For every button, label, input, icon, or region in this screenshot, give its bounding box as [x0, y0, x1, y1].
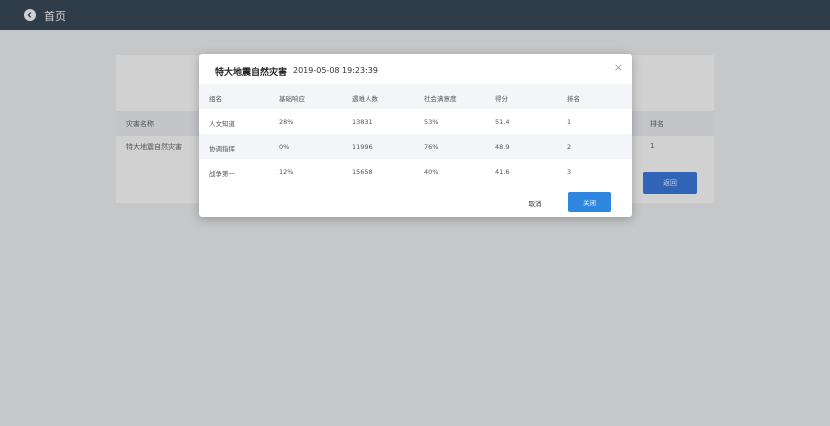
result-dialog: 特大地震自然灾害 2019-05-08 19:23:39 × 组名 基础响应 遇… [199, 54, 632, 217]
header-rank: 排名 [567, 95, 580, 103]
cell-response: 28% [279, 118, 294, 126]
cell-score: 51.4 [495, 118, 510, 126]
cell-rank: 1 [567, 118, 572, 126]
cell-satisfaction: 53% [424, 118, 439, 126]
cell-rank: 2 [567, 143, 572, 151]
cell-rank: 3 [567, 168, 572, 176]
cell-group: 人文知道 [209, 120, 235, 128]
cell-response: 12% [279, 168, 294, 176]
dialog-title: 特大地震自然灾害 [215, 68, 288, 78]
table-row: 战争第一 12% 15658 40% 41.6 3 [199, 159, 632, 184]
table-row: 人文知道 28% 13831 53% 51.4 1 [199, 109, 632, 134]
header-satisfaction: 社会满意度 [424, 95, 457, 103]
header-response: 基础响应 [279, 95, 305, 103]
ok-button[interactable]: 关闭 [568, 192, 611, 212]
cell-score: 41.6 [495, 168, 510, 176]
header-group: 组名 [209, 95, 222, 103]
cell-group: 战争第一 [209, 170, 235, 178]
cell-deaths: 15658 [352, 168, 373, 176]
table-header-row: 组名 基础响应 遇难人数 社会满意度 得分 排名 [199, 84, 632, 109]
dialog-datetime: 2019-05-08 19:23:39 [293, 66, 378, 75]
table-row: 协调指挥 0% 11996 76% 48.9 2 [199, 134, 632, 159]
cell-group: 协调指挥 [209, 145, 235, 153]
cell-deaths: 11996 [352, 143, 373, 151]
cancel-button[interactable]: 取消 [517, 196, 553, 210]
cell-deaths: 13831 [352, 118, 373, 126]
header-score: 得分 [495, 95, 508, 103]
cell-response: 0% [279, 143, 290, 151]
cell-satisfaction: 40% [424, 168, 439, 176]
close-icon[interactable]: × [614, 61, 623, 74]
cell-satisfaction: 76% [424, 143, 439, 151]
cell-score: 48.9 [495, 143, 510, 151]
header-deaths: 遇难人数 [352, 95, 378, 103]
